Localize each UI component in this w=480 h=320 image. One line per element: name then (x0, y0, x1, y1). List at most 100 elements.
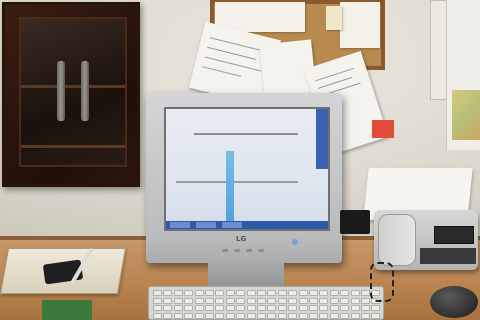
keyboard-key (225, 312, 235, 319)
keyboard-key (236, 312, 246, 319)
keyboard-key (288, 305, 298, 311)
keyboard-key (298, 305, 308, 311)
keyboard-key (361, 290, 370, 296)
keyboard-key (298, 290, 308, 296)
keyboard-key (277, 297, 287, 304)
keyboard-key (277, 312, 287, 319)
green-object (42, 300, 92, 320)
keyboard-key (215, 290, 225, 296)
monitor-button (234, 249, 240, 252)
keyboard-key (194, 312, 204, 319)
keyboard-key (173, 290, 183, 296)
keyboard-key (194, 305, 204, 311)
keyboard-key (184, 297, 194, 304)
keyboard-key (350, 290, 360, 296)
keyboard-key (309, 305, 318, 311)
keyboard-key (319, 290, 329, 296)
pinned-note (326, 6, 342, 30)
keyboard-key (267, 312, 277, 319)
keyboard-key (277, 290, 287, 296)
keyboard-key (309, 312, 318, 319)
keyboard-key (215, 305, 225, 311)
keyboard-key (309, 297, 318, 304)
keyboard-key (194, 297, 204, 304)
telephone-cord (370, 262, 394, 302)
keyboard-key (236, 290, 246, 296)
keyboard-key (173, 312, 183, 319)
keyboard-key (257, 290, 266, 296)
keyboard-key (205, 312, 214, 319)
keyboard-key (246, 312, 256, 319)
pinned-note (340, 2, 380, 48)
keyboard-key (267, 305, 277, 311)
keyboard-key (371, 312, 381, 319)
keyboard-key (309, 290, 318, 296)
keyboard-key (319, 297, 329, 304)
keyboard-key (225, 297, 235, 304)
keyboard-key (246, 290, 256, 296)
screen-line (194, 133, 298, 135)
keyboard (148, 286, 384, 320)
keyboard-key (319, 312, 329, 319)
cabinet-bottle (57, 61, 65, 121)
keyboard-key (257, 305, 266, 311)
poster-map (452, 90, 480, 140)
keyboard-key (361, 297, 370, 304)
keyboard-key (246, 305, 256, 311)
keyboard-key (153, 305, 162, 311)
black-device (340, 210, 370, 234)
keyboard-key (267, 297, 277, 304)
keyboard-key (340, 305, 350, 311)
screen-line (176, 181, 298, 183)
keyboard-key (340, 297, 350, 304)
keyboard-key (361, 305, 370, 311)
monitor-button (246, 249, 252, 252)
keyboard-key (340, 290, 350, 296)
power-button (292, 239, 298, 245)
screen-panel (316, 109, 328, 169)
keyboard-key (340, 312, 350, 319)
keyboard-key (163, 297, 173, 304)
keyboard-key (350, 297, 360, 304)
keyboard-key (163, 312, 173, 319)
keyboard-key (173, 305, 183, 311)
computer-mouse (430, 286, 478, 318)
keyboard-key (277, 305, 287, 311)
keyboard-key (163, 305, 173, 311)
keyboard-key (215, 312, 225, 319)
monitor-button (258, 249, 264, 252)
red-sticker (372, 120, 394, 138)
keyboard-key (329, 312, 339, 319)
keyboard-key (236, 305, 246, 311)
keyboard-key (298, 312, 308, 319)
keyboard-key (236, 297, 246, 304)
telephone-keypad (420, 248, 476, 264)
keyboard-key (288, 312, 298, 319)
keyboard-key (225, 305, 235, 311)
telephone-handset (378, 214, 416, 266)
keyboard-key (215, 297, 225, 304)
keyboard-key (225, 290, 235, 296)
keyboard-key (371, 305, 381, 311)
keyboard-key (350, 305, 360, 311)
keyboard-key (329, 297, 339, 304)
keyboard-key (329, 305, 339, 311)
telephone-display (434, 226, 474, 244)
keyboard-key (288, 290, 298, 296)
monitor-button (222, 249, 228, 252)
keyboard-key (184, 290, 194, 296)
wall-cabinet (2, 2, 140, 187)
keyboard-key (350, 312, 360, 319)
keyboard-key (173, 297, 183, 304)
cabinet-shelf (21, 145, 125, 148)
keyboard-key (184, 312, 194, 319)
keyboard-key (153, 290, 162, 296)
keyboard-key (205, 305, 214, 311)
cabinet-bottle (81, 61, 89, 121)
keyboard-key (257, 297, 266, 304)
office-desk-photo: LG (0, 0, 480, 320)
keyboard-key (298, 297, 308, 304)
keyboard-key (246, 297, 256, 304)
keyboard-key (163, 290, 173, 296)
cabinet-shelf (21, 85, 125, 88)
